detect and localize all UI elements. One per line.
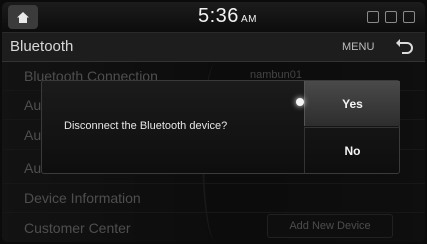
status-bar: 5:36 AM bbox=[2, 2, 425, 33]
clock-time: 5:36 bbox=[198, 5, 239, 27]
selection-indicator-icon bbox=[296, 98, 304, 106]
clock-ampm: AM bbox=[240, 14, 257, 25]
back-arrow-icon bbox=[396, 39, 413, 54]
no-button[interactable]: No bbox=[304, 127, 400, 173]
signal-icon bbox=[403, 11, 415, 23]
page-title: Bluetooth bbox=[10, 38, 74, 55]
home-button[interactable] bbox=[8, 5, 38, 29]
dialog-message: Disconnect the Bluetooth device? bbox=[64, 120, 228, 132]
clock: 5:36 AM bbox=[198, 5, 257, 28]
status-icons bbox=[367, 11, 415, 23]
disconnect-dialog: Disconnect the Bluetooth device? Yes No bbox=[41, 80, 400, 174]
back-button[interactable] bbox=[394, 37, 416, 57]
bluetooth-status-icon bbox=[385, 11, 397, 23]
title-bar: Bluetooth MENU bbox=[2, 33, 425, 62]
battery-icon bbox=[367, 11, 379, 23]
bluetooth-screen: 5:36 AM Bluetooth MENU Bluetooth Connecti… bbox=[2, 2, 425, 242]
home-icon bbox=[17, 11, 29, 23]
menu-button[interactable]: MENU bbox=[342, 41, 374, 53]
yes-button[interactable]: Yes bbox=[296, 81, 400, 126]
no-label: No bbox=[344, 143, 361, 158]
yes-label: Yes bbox=[342, 96, 363, 111]
